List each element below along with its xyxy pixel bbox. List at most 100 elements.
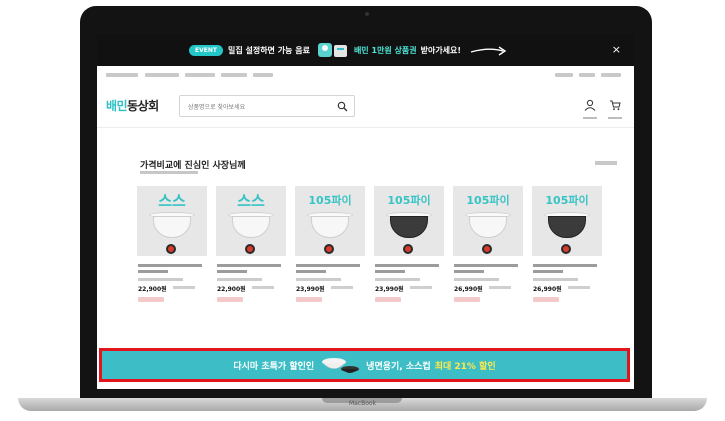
product-name[interactable] — [454, 264, 518, 267]
product-name[interactable] — [296, 264, 360, 267]
container-shape — [153, 216, 191, 238]
product-name[interactable] — [296, 270, 326, 273]
product-price: 23,990원 — [375, 286, 404, 293]
product-image[interactable]: 105파이 — [453, 186, 523, 256]
util-link[interactable] — [185, 73, 215, 77]
product-name[interactable] — [533, 264, 597, 267]
product-card[interactable]: 스스 22,900원 — [137, 186, 207, 318]
discount-tag — [454, 297, 480, 302]
search-icon[interactable] — [337, 101, 348, 112]
product-card[interactable]: 105파이 23,990원 — [295, 186, 365, 318]
product-image[interactable]: 스스 — [137, 186, 207, 256]
site-logo[interactable]: 배민동상회 — [106, 97, 159, 114]
product-name[interactable] — [454, 270, 484, 273]
util-link[interactable] — [579, 73, 595, 77]
cart-label — [608, 117, 622, 119]
badge-icon — [561, 244, 571, 254]
product-spec — [533, 278, 578, 281]
event-banner[interactable]: EVENT 밀집 설정하면 가능 음료 배민 1만원 상품권 받아가세요! × — [97, 34, 634, 66]
product-list: 스스 22,900원 스스 22,900원 105파이 23,990원 105파이 23,99… — [137, 186, 607, 318]
voucher-cta-text: 받아가세요! — [420, 45, 462, 55]
discount-tag — [217, 297, 243, 302]
product-original-price — [410, 286, 432, 289]
promo-product-text: 냉면용기, 소스컵 — [366, 361, 431, 372]
product-name[interactable] — [533, 270, 563, 273]
product-name[interactable] — [138, 270, 168, 273]
promo-discount-text: 최대 21% 할인 — [434, 361, 496, 372]
product-card[interactable]: 105파이 26,990원 — [532, 186, 602, 318]
badge-icon — [482, 244, 492, 254]
laptop-brand-label: MacBook — [348, 400, 377, 407]
search-input[interactable] — [188, 101, 318, 113]
product-image[interactable]: 105파이 — [532, 186, 602, 256]
laptop-base: MacBook — [18, 398, 707, 411]
product-brand: 105파이 — [308, 194, 352, 207]
promo-text: 다시마 초특가 할인인 — [233, 361, 315, 372]
product-price: 22,900원 — [138, 286, 167, 293]
util-link[interactable] — [253, 73, 273, 77]
badge-icon — [403, 244, 413, 254]
container-shape — [311, 216, 349, 238]
product-brand: 105파이 — [466, 194, 510, 207]
arrow-right-icon — [470, 46, 507, 56]
utility-nav — [97, 68, 634, 84]
container-shape — [232, 216, 270, 238]
product-name[interactable] — [217, 270, 247, 273]
section-title: 가격비교에 진심인 사장님께 — [140, 161, 246, 171]
product-original-price — [252, 286, 274, 289]
event-pill: EVENT — [189, 44, 223, 56]
product-brand: 스스 — [158, 192, 186, 210]
util-link[interactable] — [555, 73, 573, 77]
product-original-price — [331, 286, 353, 289]
user-label — [583, 117, 597, 119]
more-link[interactable] — [595, 161, 617, 165]
product-price: 22,900원 — [217, 286, 246, 293]
user-icon — [584, 99, 596, 111]
search-box — [179, 95, 355, 117]
product-spec — [217, 278, 262, 281]
product-card[interactable]: 스스 22,900원 — [216, 186, 286, 318]
product-original-price — [489, 286, 511, 289]
product-image[interactable]: 스스 — [216, 186, 286, 256]
product-spec — [138, 278, 183, 281]
product-card[interactable]: 105파이 23,990원 — [374, 186, 444, 318]
site-header: 배민동상회 — [97, 86, 634, 128]
cart-icon — [610, 100, 621, 111]
product-name[interactable] — [375, 264, 439, 267]
badge-icon — [166, 244, 176, 254]
discount-tag — [375, 297, 401, 302]
product-image[interactable]: 105파이 — [295, 186, 365, 256]
util-link[interactable] — [601, 73, 621, 77]
cart-button[interactable] — [606, 96, 624, 119]
product-spec — [375, 278, 420, 281]
product-name[interactable] — [138, 264, 202, 267]
product-brand: 105파이 — [545, 194, 589, 207]
close-icon[interactable]: × — [612, 43, 621, 56]
product-price: 26,990원 — [533, 286, 562, 293]
product-brand: 스스 — [237, 192, 265, 210]
my-page-button[interactable] — [581, 96, 599, 119]
discount-tag — [138, 297, 164, 302]
voucher-text: 배민 1만원 상품권 — [353, 45, 417, 55]
container-shape — [390, 216, 428, 238]
product-price: 23,990원 — [296, 286, 325, 293]
browser-screen: EVENT 밀집 설정하면 가능 음료 배민 1만원 상품권 받아가세요! × … — [97, 34, 634, 389]
product-card[interactable]: 105파이 26,990원 — [453, 186, 523, 318]
util-link[interactable] — [106, 73, 138, 77]
product-name[interactable] — [217, 264, 281, 267]
product-spec — [296, 278, 341, 281]
product-price: 26,990원 — [454, 286, 483, 293]
product-name[interactable] — [375, 270, 405, 273]
container-shape — [469, 216, 507, 238]
camera-icon — [365, 12, 369, 16]
util-link[interactable] — [145, 73, 179, 77]
product-original-price — [568, 286, 590, 289]
product-brand: 105파이 — [387, 194, 431, 207]
container-shape — [548, 216, 586, 238]
util-link[interactable] — [221, 73, 247, 77]
promo-banner[interactable]: 다시마 초특가 할인인 냉면용기, 소스컵 최대 21% 할인 — [99, 348, 630, 382]
product-original-price — [173, 286, 195, 289]
discount-tag — [533, 297, 559, 302]
discount-tag — [296, 297, 322, 302]
product-image[interactable]: 105파이 — [374, 186, 444, 256]
